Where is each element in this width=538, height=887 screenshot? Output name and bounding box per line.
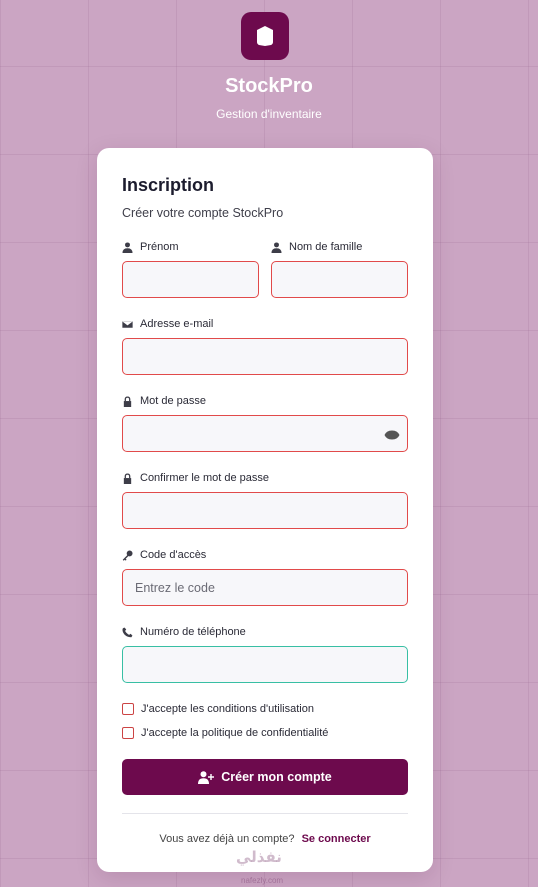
user-icon	[271, 241, 282, 253]
phone-icon	[122, 627, 133, 637]
eye-icon	[384, 430, 400, 440]
first-name-input[interactable]	[122, 261, 259, 298]
phone-input[interactable]	[122, 646, 408, 683]
confirm-password-input[interactable]	[122, 492, 408, 529]
access-code-label: Code d'accès	[122, 549, 206, 561]
watermark-url: nafezly.com	[241, 876, 284, 885]
access-code-input[interactable]	[122, 569, 408, 606]
terms-checkbox-row[interactable]: J'accepte les conditions d'utilisation	[122, 703, 314, 715]
key-icon	[122, 549, 133, 561]
app-logo	[241, 12, 289, 60]
form-title: Inscription	[122, 175, 215, 195]
last-name-label: Nom de famille	[271, 241, 362, 253]
login-prompt: Vous avez déjà un compte? Se connecter	[97, 833, 433, 845]
password-input[interactable]	[122, 415, 408, 452]
lock-icon	[123, 395, 132, 407]
envelope-icon	[122, 319, 133, 329]
password-label: Mot de passe	[122, 395, 206, 407]
create-account-label: Créer mon compte	[221, 770, 332, 784]
first-name-label: Prénom	[122, 241, 179, 253]
register-card: Inscription Créer votre compte StockPro …	[97, 148, 433, 872]
terms-checkbox[interactable]	[122, 703, 134, 715]
create-account-button[interactable]: Créer mon compte	[122, 759, 408, 795]
lock-icon	[123, 472, 132, 484]
email-label: Adresse e-mail	[122, 318, 213, 330]
divider	[122, 813, 408, 814]
box-icon	[257, 26, 273, 46]
watermark-logo: نفذلي	[236, 849, 282, 866]
privacy-label: J'accepte la politique de confidentialit…	[141, 727, 329, 739]
toggle-password-button[interactable]	[384, 427, 400, 443]
email-input[interactable]	[122, 338, 408, 375]
confirm-password-label: Confirmer le mot de passe	[122, 472, 269, 484]
app-subtitle: Gestion d'inventaire	[216, 107, 322, 121]
user-icon	[122, 241, 133, 253]
app-title: StockPro	[225, 75, 313, 97]
last-name-input[interactable]	[271, 261, 408, 298]
form-subtitle: Créer votre compte StockPro	[122, 206, 284, 220]
phone-label: Numéro de téléphone	[122, 626, 246, 638]
privacy-checkbox-row[interactable]: J'accepte la politique de confidentialit…	[122, 727, 328, 739]
user-plus-icon	[198, 770, 215, 784]
login-link[interactable]: Se connecter	[302, 833, 371, 845]
login-prompt-text: Vous avez déjà un compte?	[159, 833, 295, 845]
terms-label: J'accepte les conditions d'utilisation	[141, 703, 314, 715]
privacy-checkbox[interactable]	[122, 727, 134, 739]
